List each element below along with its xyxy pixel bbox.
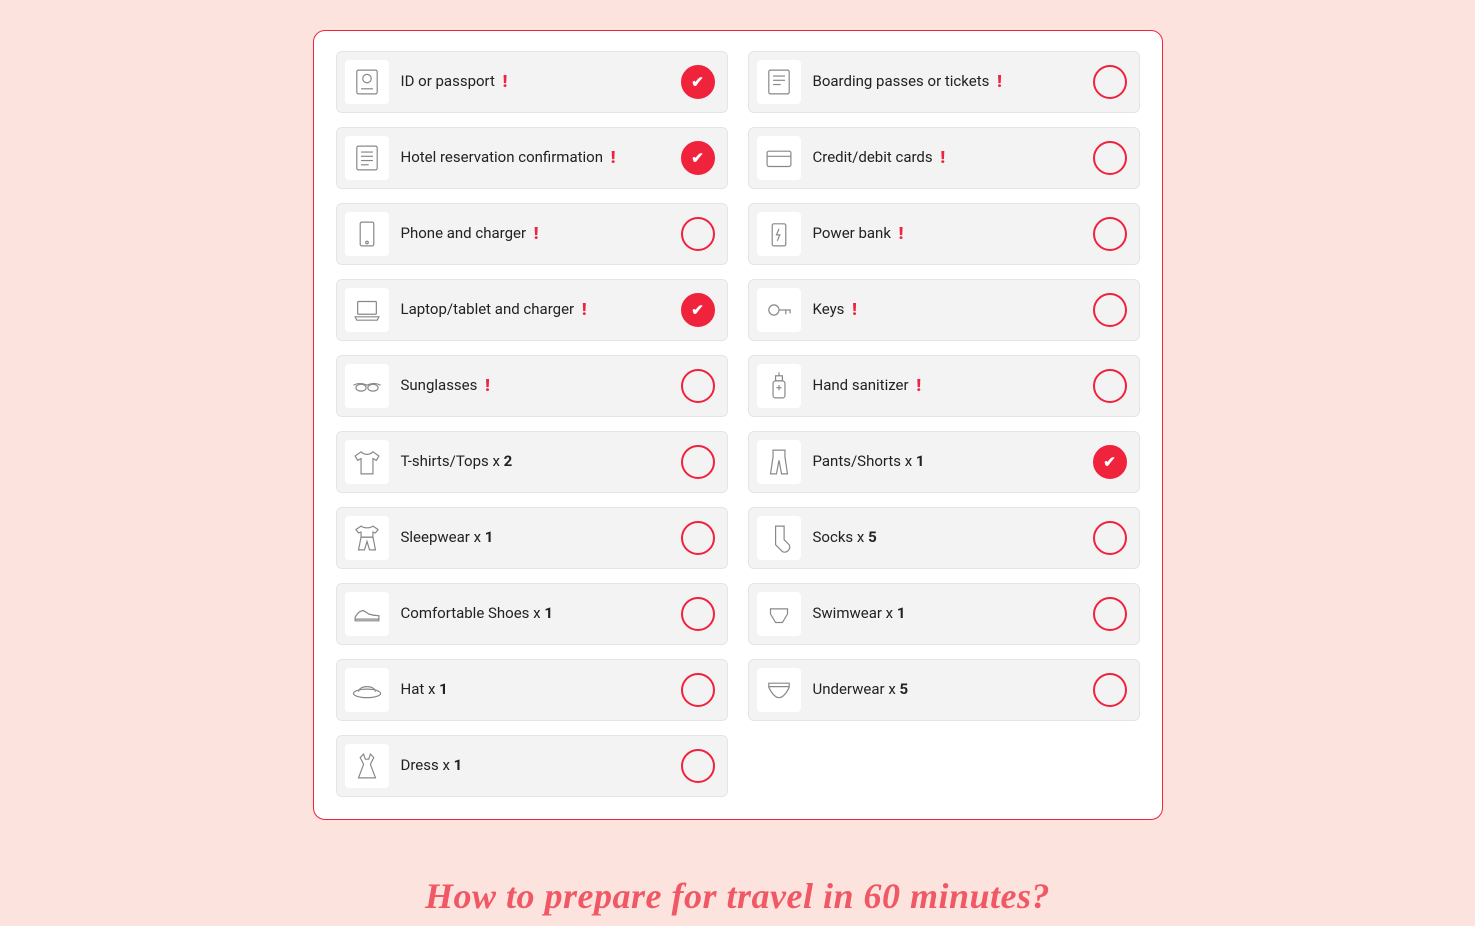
hotel-doc-icon xyxy=(345,136,389,180)
item-label: Sunglasses ! xyxy=(401,375,681,397)
checklist-item-comfortable-shoes[interactable]: Comfortable Shoes x 1 xyxy=(336,583,728,645)
laptop-icon xyxy=(345,288,389,332)
dress-icon xyxy=(345,744,389,788)
checklist-item-sunglasses[interactable]: Sunglasses ! xyxy=(336,355,728,417)
item-label: Phone and charger ! xyxy=(401,223,681,245)
checklist-item-keys[interactable]: Keys ! xyxy=(748,279,1140,341)
item-checkbox[interactable]: ✔ xyxy=(1093,445,1127,479)
checklist-item-laptop-tablet-and-charger[interactable]: Laptop/tablet and charger !✔ xyxy=(336,279,728,341)
item-label: Pants/Shorts x 1 xyxy=(813,452,1093,472)
checklist-item-boarding-passes-or-tickets[interactable]: Boarding passes or tickets ! xyxy=(748,51,1140,113)
item-checkbox[interactable] xyxy=(1093,293,1127,327)
important-icon: ! xyxy=(485,375,490,397)
item-qty: 5 xyxy=(900,680,909,698)
sanitizer-icon xyxy=(757,364,801,408)
socks-icon xyxy=(757,516,801,560)
item-label: T-shirts/Tops x 2 xyxy=(401,452,681,472)
checklist-item-pants-shorts[interactable]: Pants/Shorts x 1✔ xyxy=(748,431,1140,493)
checklist-item-hat[interactable]: Hat x 1 xyxy=(336,659,728,721)
card-icon xyxy=(757,136,801,180)
item-checkbox[interactable] xyxy=(681,445,715,479)
item-qty: 1 xyxy=(897,604,906,622)
important-icon: ! xyxy=(916,375,921,397)
item-checkbox[interactable] xyxy=(681,369,715,403)
ticket-icon xyxy=(757,60,801,104)
item-label: Comfortable Shoes x 1 xyxy=(401,604,681,624)
pants-icon xyxy=(757,440,801,484)
item-label: Swimwear x 1 xyxy=(813,604,1093,624)
checklist-item-credit-debit-cards[interactable]: Credit/debit cards ! xyxy=(748,127,1140,189)
item-qty: 1 xyxy=(485,528,494,546)
item-qty: 2 xyxy=(504,452,513,470)
item-qty: 1 xyxy=(454,756,463,774)
item-checkbox[interactable] xyxy=(1093,597,1127,631)
important-icon: ! xyxy=(503,71,508,93)
important-icon: ! xyxy=(997,71,1002,93)
important-icon: ! xyxy=(611,147,616,169)
item-checkbox[interactable] xyxy=(1093,369,1127,403)
item-label: Underwear x 5 xyxy=(813,680,1093,700)
item-label: Sleepwear x 1 xyxy=(401,528,681,548)
item-label: Credit/debit cards ! xyxy=(813,147,1093,169)
item-qty: 1 xyxy=(439,680,448,698)
item-label: Dress x 1 xyxy=(401,756,681,776)
underwear-icon xyxy=(757,668,801,712)
checklist-grid: ID or passport !✔Boarding passes or tick… xyxy=(336,51,1140,797)
important-icon: ! xyxy=(940,147,945,169)
important-icon: ! xyxy=(582,299,587,321)
packing-checklist-panel: ID or passport !✔Boarding passes or tick… xyxy=(313,30,1163,820)
sunglasses-icon xyxy=(345,364,389,408)
item-checkbox[interactable] xyxy=(681,673,715,707)
checklist-item-power-bank[interactable]: Power bank ! xyxy=(748,203,1140,265)
important-icon: ! xyxy=(899,223,904,245)
item-label: Power bank ! xyxy=(813,223,1093,245)
item-qty: 1 xyxy=(916,452,925,470)
item-checkbox[interactable]: ✔ xyxy=(681,65,715,99)
checklist-item-phone-and-charger[interactable]: Phone and charger ! xyxy=(336,203,728,265)
checklist-item-dress[interactable]: Dress x 1 xyxy=(336,735,728,797)
checklist-item-t-shirts-tops[interactable]: T-shirts/Tops x 2 xyxy=(336,431,728,493)
keys-icon xyxy=(757,288,801,332)
checklist-item-swimwear[interactable]: Swimwear x 1 xyxy=(748,583,1140,645)
sleepwear-icon xyxy=(345,516,389,560)
swimwear-icon xyxy=(757,592,801,636)
item-label: Socks x 5 xyxy=(813,528,1093,548)
item-checkbox[interactable] xyxy=(1093,673,1127,707)
checklist-item-underwear[interactable]: Underwear x 5 xyxy=(748,659,1140,721)
important-icon: ! xyxy=(534,223,539,245)
important-icon: ! xyxy=(852,299,857,321)
passport-icon xyxy=(345,60,389,104)
checklist-item-sleepwear[interactable]: Sleepwear x 1 xyxy=(336,507,728,569)
item-label: Hat x 1 xyxy=(401,680,681,700)
tshirt-icon xyxy=(345,440,389,484)
item-qty: 5 xyxy=(868,528,877,546)
item-label: Hotel reservation confirmation ! xyxy=(401,147,681,169)
phone-icon xyxy=(345,212,389,256)
checklist-item-id-or-passport[interactable]: ID or passport !✔ xyxy=(336,51,728,113)
item-label: Laptop/tablet and charger ! xyxy=(401,299,681,321)
item-checkbox[interactable] xyxy=(681,597,715,631)
item-checkbox[interactable] xyxy=(681,217,715,251)
item-checkbox[interactable] xyxy=(681,521,715,555)
item-checkbox[interactable]: ✔ xyxy=(681,141,715,175)
shoes-icon xyxy=(345,592,389,636)
item-checkbox[interactable] xyxy=(1093,65,1127,99)
item-label: ID or passport ! xyxy=(401,71,681,93)
hat-icon xyxy=(345,668,389,712)
item-checkbox[interactable] xyxy=(681,749,715,783)
checklist-item-hand-sanitizer[interactable]: Hand sanitizer ! xyxy=(748,355,1140,417)
item-label: Keys ! xyxy=(813,299,1093,321)
checklist-item-hotel-reservation-confirmation[interactable]: Hotel reservation confirmation !✔ xyxy=(336,127,728,189)
footer-heading: How to prepare for travel in 60 minutes? xyxy=(0,875,1475,917)
item-checkbox[interactable] xyxy=(1093,521,1127,555)
item-qty: 1 xyxy=(544,604,553,622)
item-checkbox[interactable]: ✔ xyxy=(681,293,715,327)
checklist-item-socks[interactable]: Socks x 5 xyxy=(748,507,1140,569)
item-checkbox[interactable] xyxy=(1093,141,1127,175)
item-checkbox[interactable] xyxy=(1093,217,1127,251)
item-label: Boarding passes or tickets ! xyxy=(813,71,1093,93)
powerbank-icon xyxy=(757,212,801,256)
item-label: Hand sanitizer ! xyxy=(813,375,1093,397)
